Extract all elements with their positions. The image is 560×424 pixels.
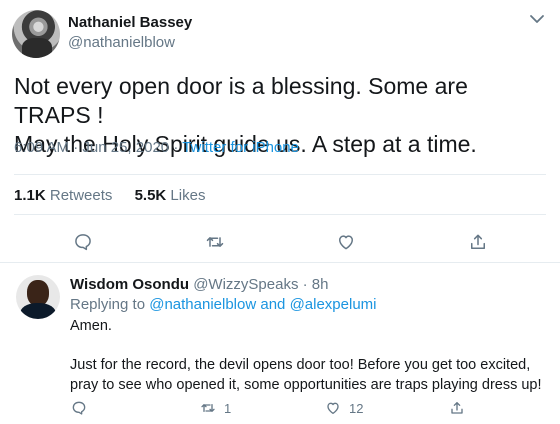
- heart-icon: [327, 402, 339, 414]
- reply-share-button[interactable]: [449, 398, 473, 418]
- share-icon[interactable]: [465, 229, 491, 255]
- retweet-icon: [201, 404, 215, 412]
- chevron-down-icon[interactable]: [528, 12, 546, 26]
- reply-comment-button[interactable]: [71, 398, 95, 418]
- mention-link[interactable]: @alexpelumi: [290, 296, 377, 313]
- replying-to: Replying to @nathanielblow and @alexpelu…: [70, 296, 377, 313]
- replying-and: and: [260, 296, 286, 313]
- retweets-label: Retweets: [49, 187, 113, 204]
- divider: [0, 262, 560, 263]
- author-handle[interactable]: @nathanielblow: [68, 34, 175, 51]
- tweet-text-line: Not every open door is a blessing. Some …: [14, 73, 468, 128]
- reply-retweet-count: 1: [224, 400, 232, 416]
- likes-label: Likes: [170, 187, 206, 204]
- reply-author-name[interactable]: Wisdom Osondu: [70, 276, 189, 293]
- reply-age[interactable]: 8h: [312, 276, 329, 293]
- reply-text-line: pray to see who opened it, some opportun…: [70, 376, 542, 393]
- likes-stat[interactable]: 5.5K Likes: [135, 187, 206, 204]
- reply-header: Wisdom Osondu @WizzySpeaks · 8h: [70, 276, 328, 293]
- reply-like-count: 12: [349, 400, 364, 416]
- likes-count: 5.5K: [134, 187, 167, 204]
- reply-dot: ·: [302, 276, 308, 293]
- reply-author-handle[interactable]: @WizzySpeaks: [193, 276, 298, 293]
- author-name[interactable]: Nathaniel Bassey: [68, 14, 192, 31]
- reply-actions: 1 12: [0, 398, 560, 420]
- author-avatar[interactable]: [12, 10, 60, 58]
- tweet-date[interactable]: Jun 25, 2020: [82, 139, 169, 156]
- tweet-meta: 6:09 AM · Jun 25, 2020 · Twitter for iPh…: [14, 139, 299, 156]
- reply-text-line: Just for the record, the devil opens doo…: [70, 357, 531, 373]
- reply-text-amen: Amen.: [70, 318, 112, 334]
- tweet-time[interactable]: 6:09 AM: [14, 139, 69, 156]
- tweet-source-link[interactable]: Twitter for iPhone: [182, 139, 299, 156]
- retweets-stat[interactable]: 1.1K Retweets: [14, 187, 112, 204]
- reply-like-button[interactable]: 12: [325, 398, 363, 418]
- reply-author-avatar[interactable]: [16, 275, 60, 319]
- mention-link[interactable]: @nathanielblow: [149, 296, 256, 313]
- comment-icon: [72, 401, 86, 415]
- share-icon: [451, 402, 463, 414]
- divider: [14, 174, 546, 175]
- meta-separator: ·: [173, 139, 179, 156]
- reply-text: Just for the record, the devil opens doo…: [70, 356, 555, 395]
- tweet-stats: 1.1K Retweets 5.5K Likes: [14, 187, 223, 204]
- tweet-actions: [0, 229, 560, 255]
- reply-retweet-button[interactable]: 1: [200, 398, 231, 418]
- retweet-icon[interactable]: [202, 229, 228, 255]
- retweets-count: 1.1K: [14, 187, 46, 204]
- comment-icon[interactable]: [70, 229, 96, 255]
- replying-prefix: Replying to: [70, 296, 146, 313]
- avatar-body: [20, 303, 56, 319]
- meta-separator: ·: [73, 139, 79, 156]
- divider: [14, 214, 546, 215]
- heart-icon[interactable]: [333, 229, 359, 255]
